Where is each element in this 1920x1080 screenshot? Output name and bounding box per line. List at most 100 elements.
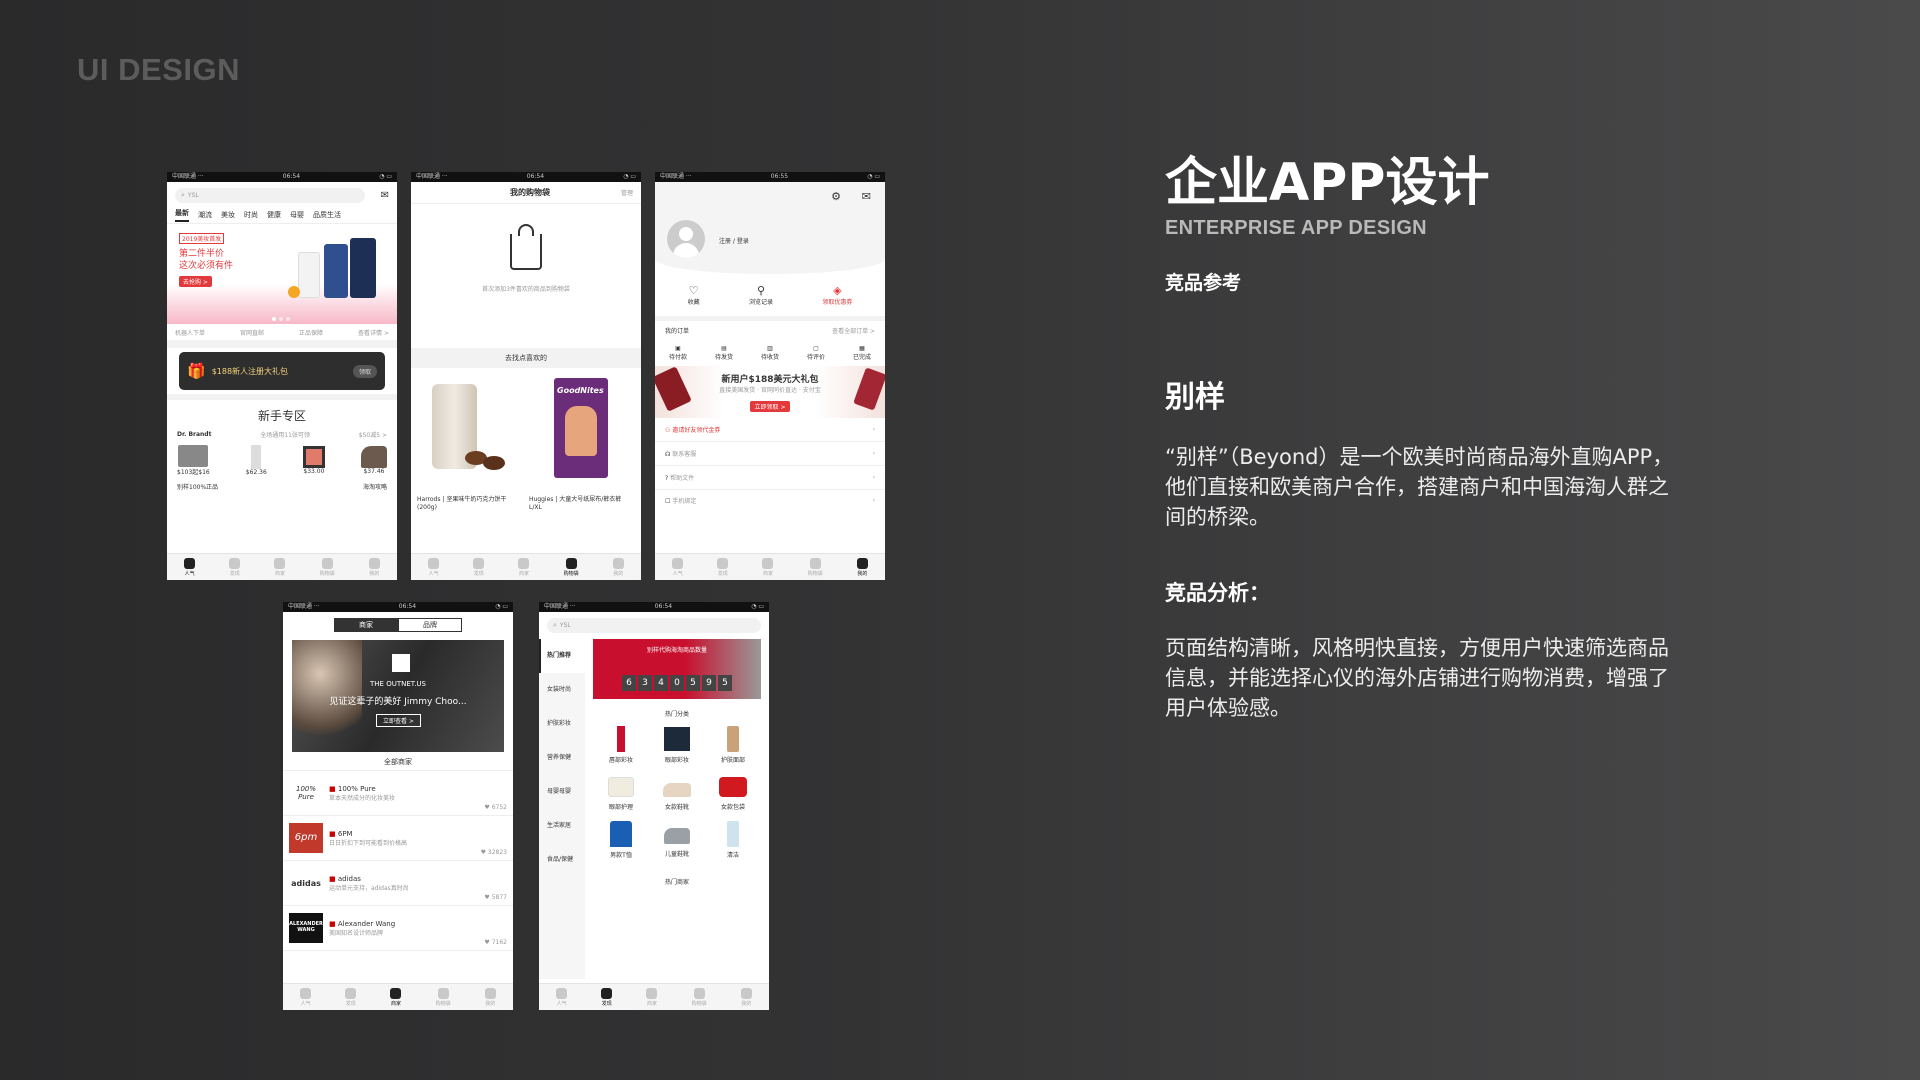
favorites-button[interactable]: ♡ 收藏 [688, 284, 700, 306]
product-card[interactable]: Harrods | 坚果味牛奶巧克力饼干 (200g) [417, 376, 521, 512]
tab-bar: 人气 发现 商家 购物袋 我的 [655, 553, 885, 580]
tab-home[interactable]: 人气 [428, 557, 440, 577]
tab-bag[interactable]: 购物袋 [692, 987, 707, 1007]
truck-icon: ▥ [767, 345, 773, 352]
sidebar-item[interactable]: 生活家居 [539, 809, 585, 843]
category-item[interactable]: 眼部彩妆 [649, 726, 705, 764]
tab-latest[interactable]: 最新 [175, 208, 189, 222]
order-done[interactable]: ▦ 已完成 [853, 345, 871, 361]
tab-bag[interactable]: 购物袋 [564, 557, 579, 577]
tab-life[interactable]: 品质生活 [313, 210, 341, 220]
tab-health[interactable]: 健康 [267, 210, 281, 220]
tab-home[interactable]: 人气 [556, 987, 568, 1007]
tab-bag[interactable]: 购物袋 [320, 557, 335, 577]
history-button[interactable]: ⚲ 浏览记录 [749, 284, 773, 306]
tab-bar: 人气 发现 商家 购物袋 我的 [283, 983, 513, 1010]
tab-home[interactable]: 人气 [300, 987, 312, 1007]
store-row[interactable]: adidas ■ adidas 运动单元支持，adidas真时尚 ♥ 5877 [283, 861, 513, 906]
page-title: 企业APP设计 [1165, 153, 1490, 213]
phone-home: 中国联通 ··· 06:54 ◔ ▭ ⌕ YSL ✉ 最新 潮流 美妆 时尚 健康 … [167, 172, 397, 580]
section-title: 去找点喜欢的 [411, 348, 641, 368]
store-banner[interactable]: THE OUTNET.US 见证这辈子的美好 Jimmy Choo... 立即查… [292, 640, 504, 752]
menu-support[interactable]: ☊ 联系客服 › [655, 442, 885, 466]
tab-stores[interactable]: 商家 [646, 987, 658, 1007]
settings-icon[interactable]: ⚙ [831, 190, 841, 203]
analysis-text: 页面结构清晰，风格明快直接，方便用户快速筛选商品信息，并能选择心仪的海外店铺进行… [1165, 636, 1669, 720]
menu-help[interactable]: ? 帮助文件 › [655, 466, 885, 490]
sidebar-item[interactable]: 母婴母婴 [539, 775, 585, 809]
coupon-button[interactable]: ◈ 领取优惠券 [822, 284, 852, 306]
tab-me[interactable]: 我的 [856, 557, 868, 577]
tab-discover[interactable]: 发现 [473, 557, 485, 577]
tab-baby[interactable]: 母婴 [290, 210, 304, 220]
order-unshipped[interactable]: ▤ 待发货 [715, 345, 733, 361]
tab-me[interactable]: 我的 [612, 557, 624, 577]
store-row[interactable]: 100% Pure ■ 100% Pure 草本天然成分的化妆美妆 ♥ 6752 [283, 771, 513, 816]
avatar[interactable] [667, 220, 705, 258]
sidebar-item[interactable]: 营养保健 [539, 741, 585, 775]
menu-invite[interactable]: ⚇ 邀请好友领代金券 › [655, 418, 885, 442]
edit-button[interactable]: 管理 [621, 188, 633, 197]
product-card[interactable]: GoodNites Huggies | 大童大号纸尿布/裤衣裤 L/XL [529, 376, 633, 512]
segment-brands[interactable]: 品牌 [398, 618, 462, 632]
mail-icon[interactable]: ✉ [862, 190, 871, 203]
sidebar-item[interactable]: 热门推荐 [539, 639, 585, 673]
promo-banner[interactable]: 新用户$188美元大礼包 直接美国发货 · 官网同价直达 · 支付宝 立即领取 … [655, 366, 885, 418]
tab-stores[interactable]: 商家 [274, 557, 286, 577]
gift-banner[interactable]: 🎁 $188新人注册大礼包 领取 [179, 352, 385, 390]
search-input[interactable]: ⌕ YSL [547, 618, 761, 633]
store-row[interactable]: ALEXANDER WANG ■ Alexander Wang 美国知名设计师品牌… [283, 906, 513, 951]
order-unpaid[interactable]: ▣ 待付款 [669, 345, 687, 361]
sidebar-item[interactable]: 女装时尚 [539, 673, 585, 707]
tab-discover[interactable]: 发现 [229, 557, 241, 577]
tab-home[interactable]: 人气 [184, 557, 196, 577]
tab-beauty[interactable]: 美妆 [221, 210, 235, 220]
tab-fashion[interactable]: 时尚 [244, 210, 258, 220]
tab-bag[interactable]: 购物袋 [436, 987, 451, 1007]
sidebar-item[interactable]: 护肤彩妆 [539, 707, 585, 741]
phone-discover: 中国联通 ··· 06:54 ◔ ▭ ⌕ YSL 热门推荐 女装时尚 护肤彩妆 营养… [539, 602, 769, 1010]
page-title: 我的购物袋 [509, 188, 550, 197]
order-shipping[interactable]: ▥ 待收货 [761, 345, 779, 361]
all-orders-link[interactable]: 查看全部订单 > [832, 326, 875, 335]
order-review[interactable]: ▢ 待评价 [807, 345, 825, 361]
segment-stores[interactable]: 商家 [334, 618, 398, 632]
category-item[interactable]: 女款包袋 [705, 774, 761, 811]
counter-banner[interactable]: 别样代购海淘商品数量 6 3 4 0 5 9 5 [593, 639, 761, 699]
category-item[interactable]: 男款T恤 [593, 821, 649, 859]
app-name: 别样 [1165, 380, 1225, 415]
category-item[interactable]: 儿童鞋靴 [649, 821, 705, 859]
tab-me[interactable]: 我的 [368, 557, 380, 577]
search-input[interactable]: ⌕ YSL [175, 188, 365, 203]
home-banner[interactable]: 2019美妆首发 第二件半价 这次必须有件 去抢购 > [167, 224, 397, 324]
tab-trend[interactable]: 潮流 [198, 210, 212, 220]
tab-me[interactable]: 我的 [740, 987, 752, 1007]
bag-icon [693, 987, 705, 999]
tab-discover[interactable]: 发现 [601, 987, 613, 1007]
heart-icon: ♡ [688, 284, 699, 297]
category-item[interactable]: 护肤面部 [705, 726, 761, 764]
store-row[interactable]: 6pm ■ 6PM 日日折扣下到可能看到价格高 ♥ 32823 [283, 816, 513, 861]
login-link[interactable]: 注册 / 登录 [719, 236, 749, 245]
heart-icon: ♥ [484, 939, 490, 946]
tab-bag[interactable]: 购物袋 [808, 557, 823, 577]
category-item[interactable]: 唇部彩妆 [593, 726, 649, 764]
tab-home[interactable]: 人气 [672, 557, 684, 577]
status-bar: 中国联通 ··· 06:54 ◔ ▭ [283, 602, 513, 612]
tab-stores[interactable]: 商家 [762, 557, 774, 577]
sidebar-item[interactable]: 食品/保健 [539, 843, 585, 877]
tab-me[interactable]: 我的 [484, 987, 496, 1007]
mail-icon[interactable]: ✉ [381, 190, 389, 201]
tab-discover[interactable]: 发现 [345, 987, 357, 1007]
category-item[interactable]: 女款鞋靴 [649, 774, 705, 811]
brand-title: UI DESIGN [77, 52, 240, 87]
category-item[interactable]: 清洁 [705, 821, 761, 859]
compass-icon [717, 557, 729, 569]
menu-phone[interactable]: ☐ 手机绑定 › [655, 490, 885, 510]
gift-icon: 🎁 [187, 362, 206, 380]
tab-stores[interactable]: 商家 [390, 987, 402, 1007]
store-logo: 6pm [289, 823, 323, 853]
tab-stores[interactable]: 商家 [518, 557, 530, 577]
tab-discover[interactable]: 发现 [717, 557, 729, 577]
category-item[interactable]: 眼部护理 [593, 774, 649, 811]
